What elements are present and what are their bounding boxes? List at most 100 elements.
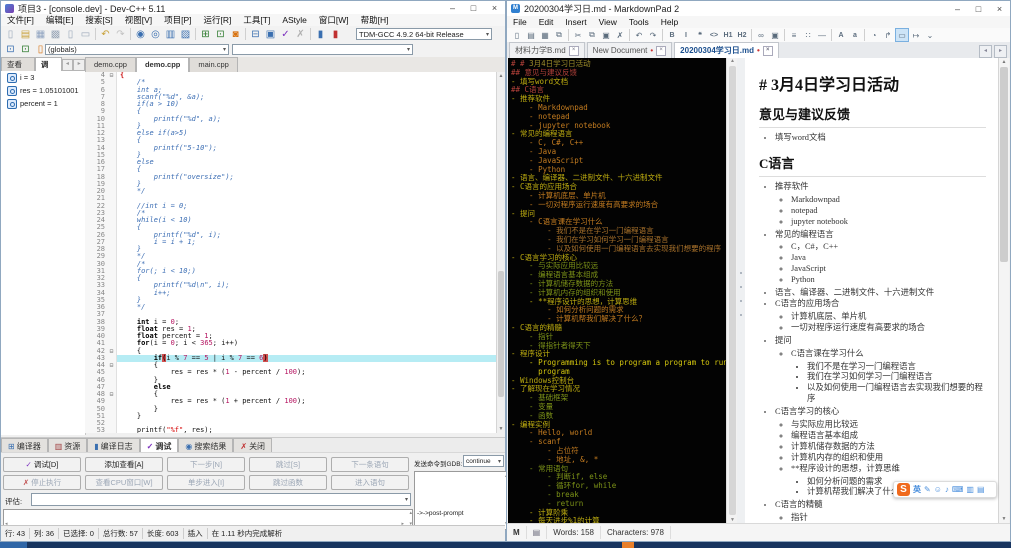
document-tab-1[interactable]: New Document•× xyxy=(587,42,673,58)
delete-icon[interactable]: ✗ xyxy=(613,28,627,42)
compile-run-icon[interactable]: ◙ xyxy=(228,27,243,41)
window-layout-icon[interactable]: ▣ xyxy=(263,27,278,41)
numbered-list-icon[interactable]: ∷ xyxy=(801,28,815,42)
sogou-tool-icon-3[interactable]: ⌨ xyxy=(952,485,964,494)
editor-tab-0[interactable]: demo.cpp xyxy=(85,57,136,72)
italic-icon[interactable]: I xyxy=(679,28,693,42)
panel-tab-scroll-right-icon[interactable]: ▸ xyxy=(73,59,85,71)
paste-icon[interactable]: ▣ xyxy=(599,28,613,42)
md-scroll-thumb[interactable] xyxy=(729,66,736,515)
new-file-icon[interactable]: ▯ xyxy=(3,27,18,41)
sogou-tool-icon-0[interactable]: ✎ xyxy=(924,485,931,494)
toggle-bookmark-icon[interactable]: ⊡ xyxy=(18,43,33,57)
lowercase-icon[interactable]: a xyxy=(848,28,862,42)
devcpp-menu-item-7[interactable]: AStyle xyxy=(276,15,313,25)
open-icon[interactable]: ▤ xyxy=(18,27,33,41)
mdp-menu-item-2[interactable]: Insert xyxy=(559,17,592,27)
debug-button-下一条语句[interactable]: 下一条语句 xyxy=(331,457,409,472)
tab-close-icon[interactable]: × xyxy=(656,46,666,56)
save-all-icon[interactable]: ▩ xyxy=(48,27,63,41)
close-file-icon[interactable]: ▯ xyxy=(63,27,78,41)
devcpp-menu-item-3[interactable]: 视图[V] xyxy=(119,14,158,26)
sogou-tool-icon-5[interactable]: ▤ xyxy=(977,485,985,494)
more-icon[interactable]: ⌄ xyxy=(923,28,937,42)
mdp-menu-item-1[interactable]: Edit xyxy=(533,17,560,27)
bottom-tab-调试[interactable]: ✓调试 xyxy=(140,438,179,453)
tab-scroll-right-icon[interactable]: ▸ xyxy=(994,45,1007,58)
tab-close-icon[interactable]: × xyxy=(763,46,773,56)
replace-icon[interactable]: ◎ xyxy=(148,27,163,41)
close-button[interactable]: × xyxy=(484,1,505,15)
debug-button-查看CPU窗口[W][interactable]: 查看CPU窗口[W] xyxy=(85,475,163,490)
copy-icon[interactable]: ⧉ xyxy=(585,28,599,42)
tab-icon[interactable]: ↱ xyxy=(881,28,895,42)
globals-select[interactable]: (globals)▾ xyxy=(45,44,229,55)
uppercase-icon[interactable]: A xyxy=(834,28,848,42)
sogou-ime-bar[interactable]: S 英 ✎☺♪⌨▥▤ xyxy=(893,481,997,498)
delete-profiling-icon[interactable]: ▮ xyxy=(328,27,343,41)
tab-close-icon[interactable]: × xyxy=(569,46,579,56)
devcpp-menu-item-0[interactable]: 文件[F] xyxy=(1,14,40,26)
left-panel-tab-0[interactable]: 查看类 xyxy=(1,57,35,71)
reader-mode-icon[interactable]: ▤ xyxy=(527,526,548,539)
ime-language-toggle[interactable]: 英 xyxy=(913,484,921,495)
insert-icon[interactable]: ⊡ xyxy=(3,43,18,57)
maximize-button[interactable]: □ xyxy=(968,2,989,16)
compile-icon[interactable]: ⊞ xyxy=(198,27,213,41)
start-button[interactable] xyxy=(0,542,27,548)
abort-icon[interactable]: ✗ xyxy=(293,27,308,41)
profile-icon[interactable]: ▮ xyxy=(313,27,328,41)
markdown-mode-badge[interactable]: M xyxy=(507,526,527,539)
mdp-menu-item-3[interactable]: View xyxy=(593,17,623,27)
devcpp-menu-item-4[interactable]: 项目[P] xyxy=(158,14,197,26)
minimize-button[interactable]: – xyxy=(947,2,968,16)
sogou-logo-icon[interactable]: S xyxy=(897,483,910,496)
panel-tab-scroll-left-icon[interactable]: ◂ xyxy=(62,59,74,71)
bottom-tab-关闭[interactable]: ✗关闭 xyxy=(233,438,272,453)
devcpp-menu-item-2[interactable]: 搜索[S] xyxy=(79,14,118,26)
debug-button-进入语句[interactable]: 进入语句 xyxy=(331,475,409,490)
gdb-output[interactable]: ▲ ▼ ->->post-prompt ->->value-history-be… xyxy=(414,471,510,530)
bottom-tab-编译器[interactable]: ⊞编译器 xyxy=(1,438,48,453)
minimize-button[interactable]: – xyxy=(442,1,463,15)
horizontal-rule-icon[interactable]: — xyxy=(815,28,829,42)
sogou-tool-icon-1[interactable]: ☺ xyxy=(934,485,942,494)
mdp-menu-item-5[interactable]: Help xyxy=(655,17,684,27)
bottom-tab-编译日志[interactable]: ▮编译日志 xyxy=(87,438,139,453)
debug-button-下一步[N][interactable]: 下一步[N] xyxy=(167,457,245,472)
bottom-tab-搜索结果[interactable]: ◉搜索结果 xyxy=(178,438,233,453)
maximize-button[interactable]: □ xyxy=(463,1,484,15)
mdp-menu-item-4[interactable]: Tools xyxy=(623,17,655,27)
devcpp-menu-item-6[interactable]: 工具[T] xyxy=(237,14,276,26)
image-icon[interactable]: ▣ xyxy=(768,28,782,42)
preview-scrollbar[interactable]: ▲ ▼ xyxy=(998,58,1009,523)
devcpp-menu-item-1[interactable]: 编辑[E] xyxy=(40,14,79,26)
preview-scroll-thumb[interactable] xyxy=(1000,67,1008,262)
save-icon[interactable]: ▦ xyxy=(538,28,552,42)
watch-tree[interactable]: i = 3res = 1.05101001percent = 1 xyxy=(1,71,86,435)
livepreview-icon[interactable]: ▭ xyxy=(895,28,909,42)
find-icon[interactable]: ◉ xyxy=(133,27,148,41)
compiler-select[interactable]: TDM-GCC 4.9.2 64-bit Release▾ xyxy=(356,28,492,40)
taskbar-app-icon[interactable] xyxy=(622,542,634,548)
gdb-command-select[interactable]: continue▾ xyxy=(463,455,504,467)
undo-icon[interactable]: ↶ xyxy=(98,27,113,41)
link-icon[interactable]: ∞ xyxy=(754,28,768,42)
save-icon[interactable]: ▦ xyxy=(33,27,48,41)
scroll-up-arrow-icon[interactable]: ▲ xyxy=(497,72,505,80)
mdp-titlebar[interactable]: M 20200304学习日.md - MarkdownPad 2 –□× xyxy=(507,1,1010,16)
new-document-icon[interactable]: ▯ xyxy=(510,28,524,42)
devcpp-menu-item-8[interactable]: 窗口[W] xyxy=(313,14,355,26)
debug-button-跳过[S][interactable]: 跳过[S] xyxy=(249,457,327,472)
devcpp-menu-item-5[interactable]: 运行[R] xyxy=(198,14,238,26)
undo-icon[interactable]: ↶ xyxy=(632,28,646,42)
debug-button-调试[D][interactable]: ✓调试[D] xyxy=(3,457,81,472)
watch-item-0[interactable]: i = 3 xyxy=(1,71,85,84)
print-icon[interactable]: ▭ xyxy=(78,27,93,41)
code-icon[interactable]: <> xyxy=(707,28,721,42)
code-editor[interactable]: 4⊟{5 /*6 int a;7 scanf("%d", &a);8 if(a … xyxy=(85,72,497,433)
markdown-editor[interactable]: # # 3月4日学习日活动## 意见与建议反馈- 填写word文档## C语言-… xyxy=(508,58,726,523)
editor-tab-2[interactable]: main.cpp xyxy=(189,57,237,72)
syntax-check-icon[interactable]: ✓ xyxy=(278,27,293,41)
debug-button-跳过函数[interactable]: 跳过函数 xyxy=(249,475,327,490)
